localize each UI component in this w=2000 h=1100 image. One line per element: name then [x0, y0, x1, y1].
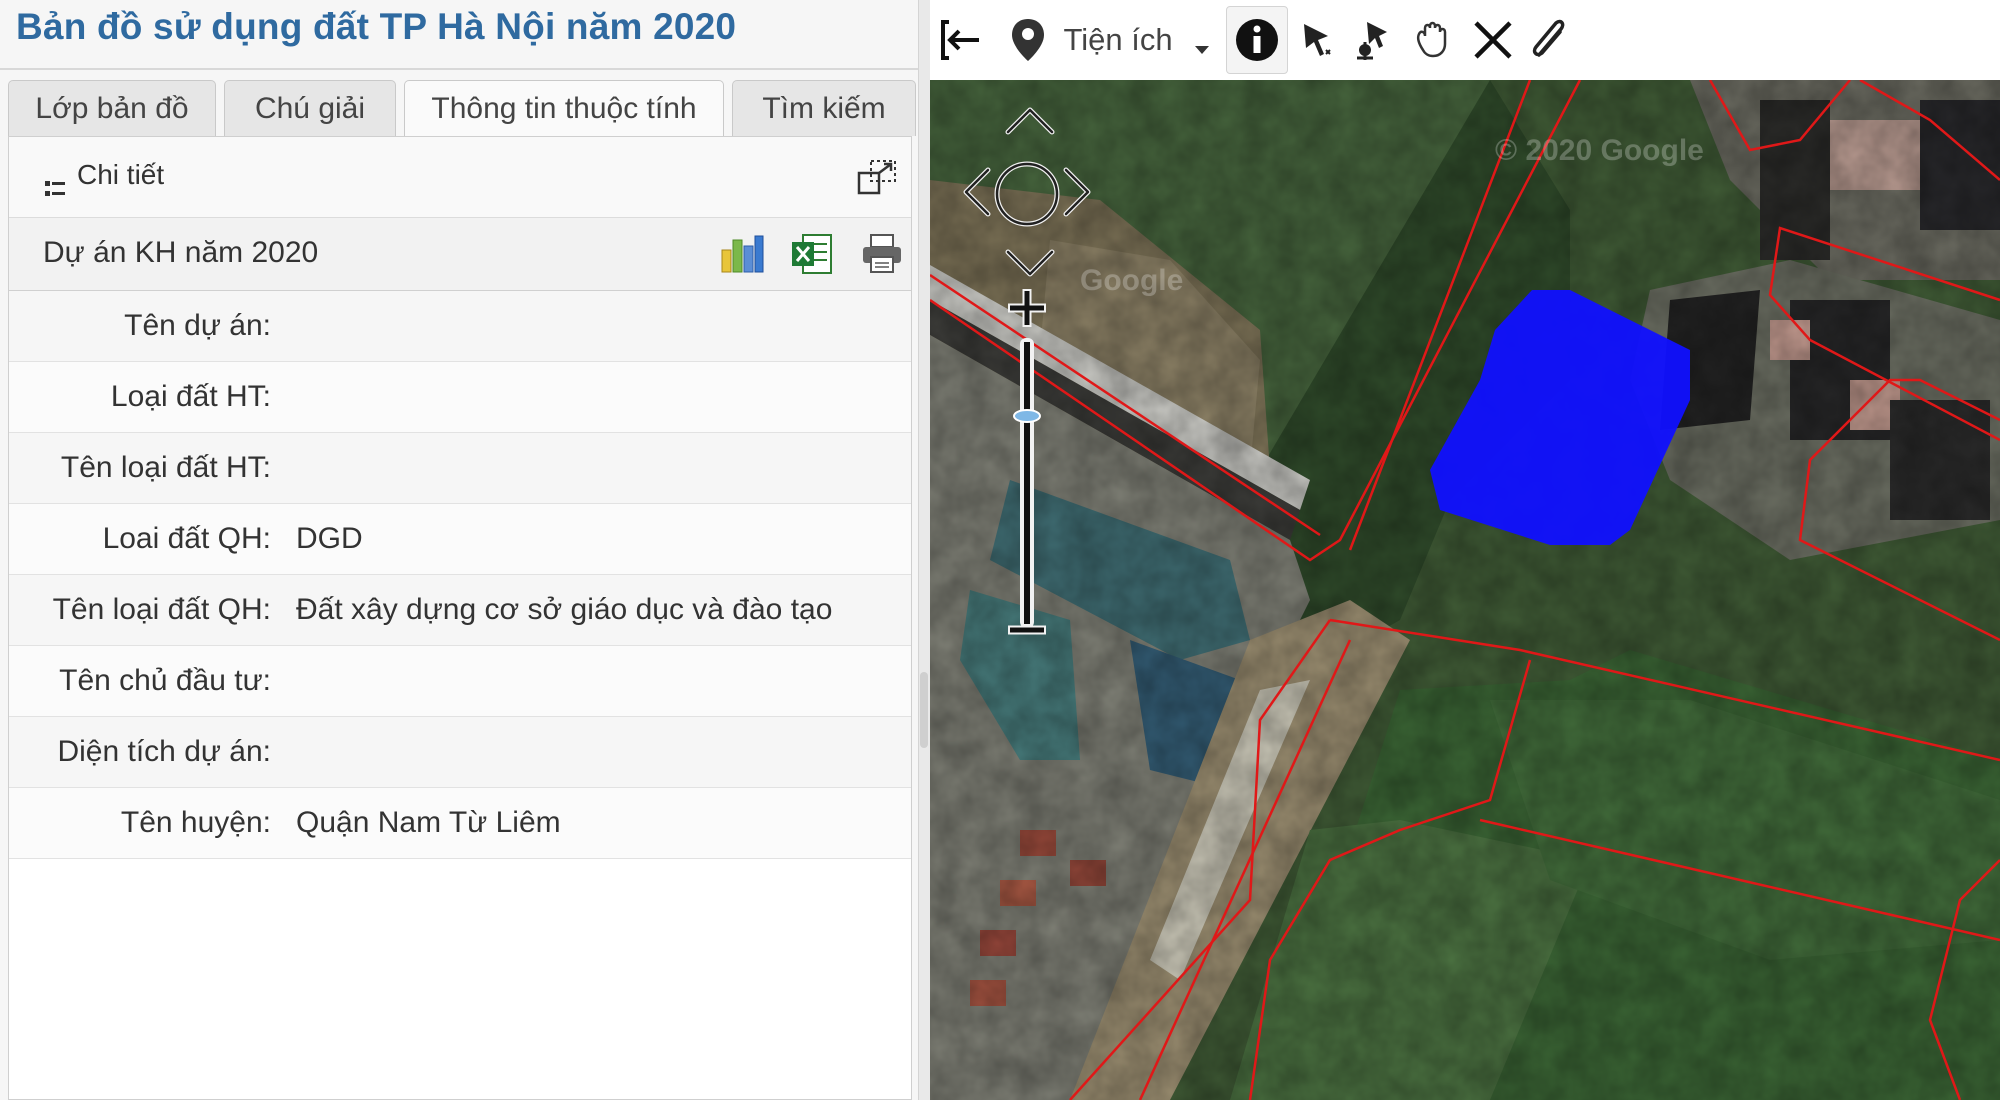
field-label: Tên loại đất HT: [60, 451, 271, 484]
clear-x-icon [1474, 21, 1512, 59]
utilities-dropdown[interactable]: Tiện ích [1062, 12, 1212, 68]
tab-legend[interactable]: Chú giải [224, 80, 396, 136]
excel-icon[interactable] [789, 232, 835, 276]
pan-up-icon [1005, 107, 1055, 135]
field-label: Loai đất QH: [102, 522, 271, 555]
utilities-label: Tiện ích [1063, 22, 1173, 57]
detail-label: Chi tiết [77, 159, 165, 190]
exit-button[interactable] [936, 12, 986, 68]
table-row: Loại đất HT: [9, 362, 911, 433]
field-label: Loại đất HT: [110, 380, 271, 413]
field-value: Đất xây dựng cơ sở giáo dục và đào tạo [296, 593, 833, 626]
chart-icon[interactable] [719, 232, 765, 276]
svg-text:© 2020 Google: © 2020 Google [1495, 134, 1704, 167]
project-title: Dự án KH năm 2020 [43, 236, 319, 269]
title-divider [0, 68, 924, 70]
pan-down-icon [1005, 249, 1055, 277]
attribute-panel: Chi tiết Dự án KH năm 2020 Tên dự án: Lo… [8, 136, 912, 1100]
tab-attribute-info[interactable]: Thông tin thuộc tính [404, 80, 724, 138]
field-label: Diện tích dự án: [57, 735, 271, 768]
project-header: Dự án KH năm 2020 [9, 217, 911, 291]
field-label: Tên huyện: [120, 806, 271, 839]
attach-icon [1532, 19, 1565, 57]
page-title: Bản đồ sử dụng đất TP Hà Nội năm 2020 (K… [16, 6, 737, 66]
dropdown-caret-icon [1194, 46, 1209, 54]
table-row: Loai đất QH: DGD [9, 504, 911, 575]
table-row: Tên dự án: [9, 291, 911, 362]
expand-icon[interactable] [857, 159, 897, 195]
field-value: DGD [296, 522, 363, 555]
zoom-in-icon [1008, 289, 1046, 327]
tab-bar: Lớp bản đồ Chú giải Thông tin thuộc tính… [8, 80, 920, 138]
tab-map-layers[interactable]: Lớp bản đồ [8, 80, 216, 136]
pan-left-icon [963, 167, 991, 217]
pan-right-icon [1063, 167, 1091, 217]
zoom-slider [1013, 409, 1041, 423]
map-toolbar: Tiện ích [930, 0, 2000, 80]
field-label: Tên chủ đầu tư: [59, 664, 271, 697]
pan-button[interactable] [1408, 12, 1458, 68]
sidebar-panel: Bản đồ sử dụng đất TP Hà Nội năm 2020 (K… [0, 0, 924, 1100]
attribute-table: Tên dự án: Loại đất HT: Tên loại đất HT:… [9, 291, 911, 859]
pin-button[interactable] [1006, 12, 1050, 68]
table-row: Tên huyện: Quận Nam Từ Liêm [9, 788, 911, 859]
table-row: Tên chủ đầu tư: [9, 646, 911, 717]
splitter-handle[interactable] [920, 672, 928, 748]
print-icon[interactable] [859, 232, 905, 276]
exit-icon [941, 20, 979, 60]
field-label: Tên dự án: [124, 309, 271, 342]
map-canvas[interactable]: © 2020 Google Google [930, 0, 2000, 1100]
map-pin-icon [1012, 19, 1044, 61]
select-button[interactable] [1296, 12, 1340, 68]
info-button[interactable] [1226, 6, 1288, 74]
info-icon [1236, 19, 1278, 61]
select-multi-button[interactable] [1350, 12, 1400, 68]
table-row: Tên loại đất HT: [9, 433, 911, 504]
map-navigation-control [930, 0, 1130, 660]
detail-header: Chi tiết [9, 137, 911, 217]
pan-hand-icon [1416, 21, 1447, 58]
field-value: Quận Nam Từ Liêm [296, 806, 561, 839]
table-row: Tên loại đất QH: Đất xây dựng cơ sở giáo… [9, 575, 911, 646]
select-arrow-icon [1304, 24, 1331, 56]
field-label: Tên loại đất QH: [52, 593, 271, 626]
attach-button[interactable] [1522, 12, 1578, 68]
list-icon [45, 181, 65, 196]
select-multi-icon [1357, 22, 1387, 60]
clear-button[interactable] [1468, 12, 1518, 68]
table-row: Diện tích dự án: [9, 717, 911, 788]
tab-search[interactable]: Tìm kiếm [732, 80, 916, 136]
